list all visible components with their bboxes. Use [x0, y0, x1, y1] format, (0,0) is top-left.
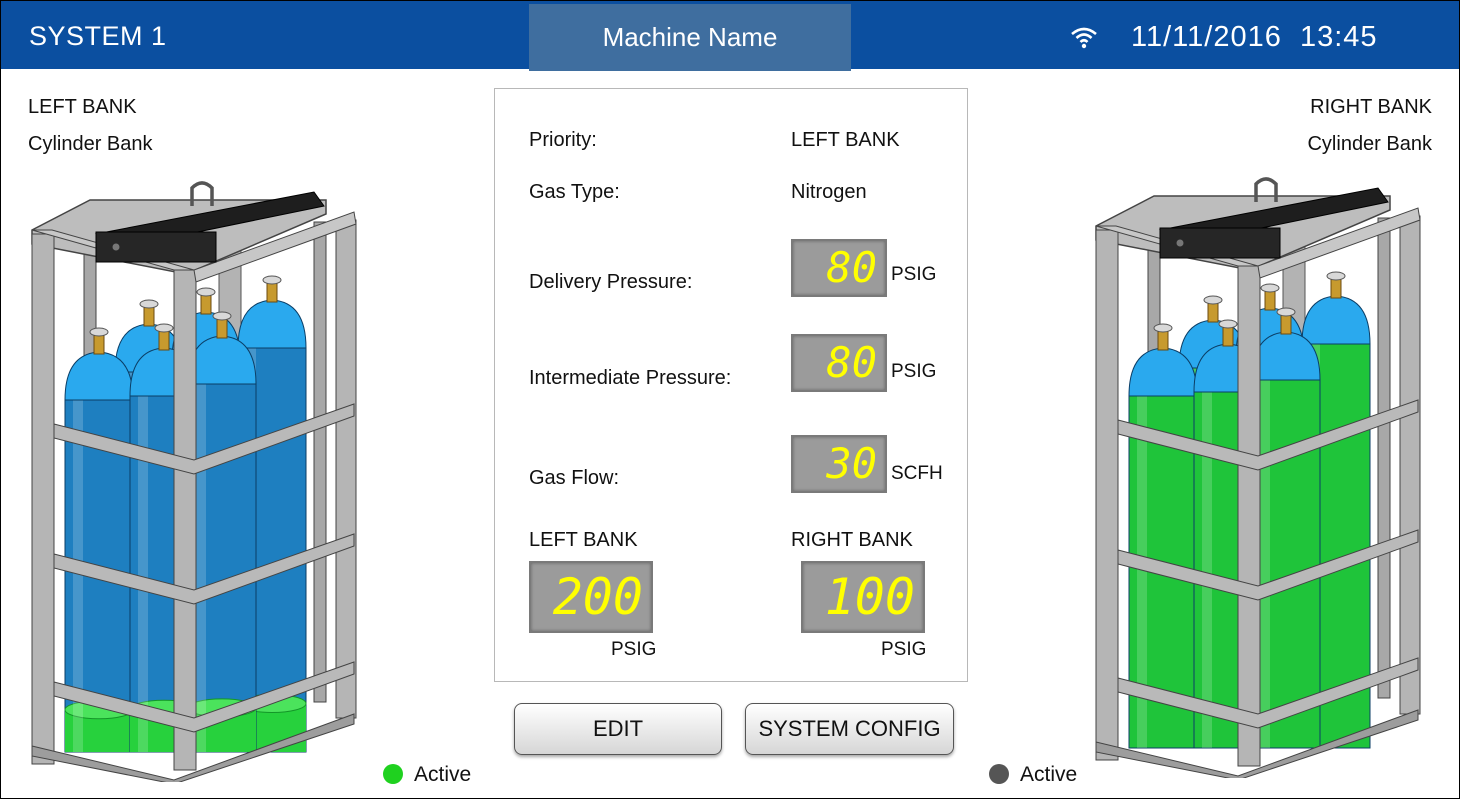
wifi-icon: [1071, 27, 1097, 49]
left-bank-status-indicator: [383, 764, 403, 784]
right-bank-status-label: Active: [1020, 763, 1078, 786]
gas-type-value: Nitrogen: [791, 181, 867, 203]
right-bank-pressure-label: RIGHT BANK: [791, 529, 913, 551]
priority-label: Priority:: [529, 129, 597, 151]
delivery-pressure-display: 80: [791, 239, 887, 297]
intermediate-pressure-unit: PSIG: [891, 361, 937, 382]
intermediate-pressure-label: Intermediate Pressure:: [529, 367, 732, 389]
system-config-button[interactable]: SYSTEM CONFIG: [745, 703, 954, 755]
right-bank-pressure-display: 100: [801, 561, 925, 633]
left-bank-pressure-label: LEFT BANK: [529, 529, 638, 551]
right-bank-pressure-unit: PSIG: [881, 639, 927, 660]
right-bank-subtitle: Cylinder Bank: [1307, 133, 1432, 155]
edit-button[interactable]: EDIT: [514, 703, 722, 755]
right-cylinder-rack[interactable]: [1088, 168, 1438, 778]
gas-flow-unit: SCFH: [891, 463, 943, 484]
right-bank-title: RIGHT BANK: [1310, 96, 1432, 118]
gas-flow-label: Gas Flow:: [529, 467, 620, 489]
status-panel: Priority: LEFT BANK Gas Type: Nitrogen D…: [494, 88, 968, 682]
left-bank-pressure-display: 200: [529, 561, 653, 633]
priority-value: LEFT BANK: [791, 129, 900, 151]
gas-cylinder: [1251, 307, 1321, 749]
left-bank-pressure-unit: PSIG: [611, 639, 657, 660]
gas-type-label: Gas Type:: [529, 181, 620, 203]
date-text: 11/11/2016: [1131, 21, 1282, 53]
left-bank-subtitle: Cylinder Bank: [28, 133, 153, 155]
gas-flow-display: 30: [791, 435, 887, 493]
time-text: 13:45: [1299, 21, 1378, 53]
left-bank-title: LEFT BANK: [28, 96, 137, 118]
gas-cylinder: [187, 311, 257, 753]
delivery-pressure-label: Delivery Pressure:: [529, 271, 693, 293]
top-bar: SYSTEM 1 Machine Name 11/11/2016 13:45: [1, 1, 1459, 71]
left-bank-status-label: Active: [414, 763, 472, 786]
right-bank-status-indicator: [989, 764, 1009, 784]
intermediate-pressure-display: 80: [791, 334, 887, 392]
date-time: 11/11/2016 13:45: [1131, 21, 1378, 54]
left-cylinder-rack[interactable]: [24, 172, 374, 782]
delivery-pressure-unit: PSIG: [891, 264, 937, 285]
machine-name-tab[interactable]: Machine Name: [529, 4, 851, 71]
system-title: SYSTEM 1: [29, 21, 167, 51]
